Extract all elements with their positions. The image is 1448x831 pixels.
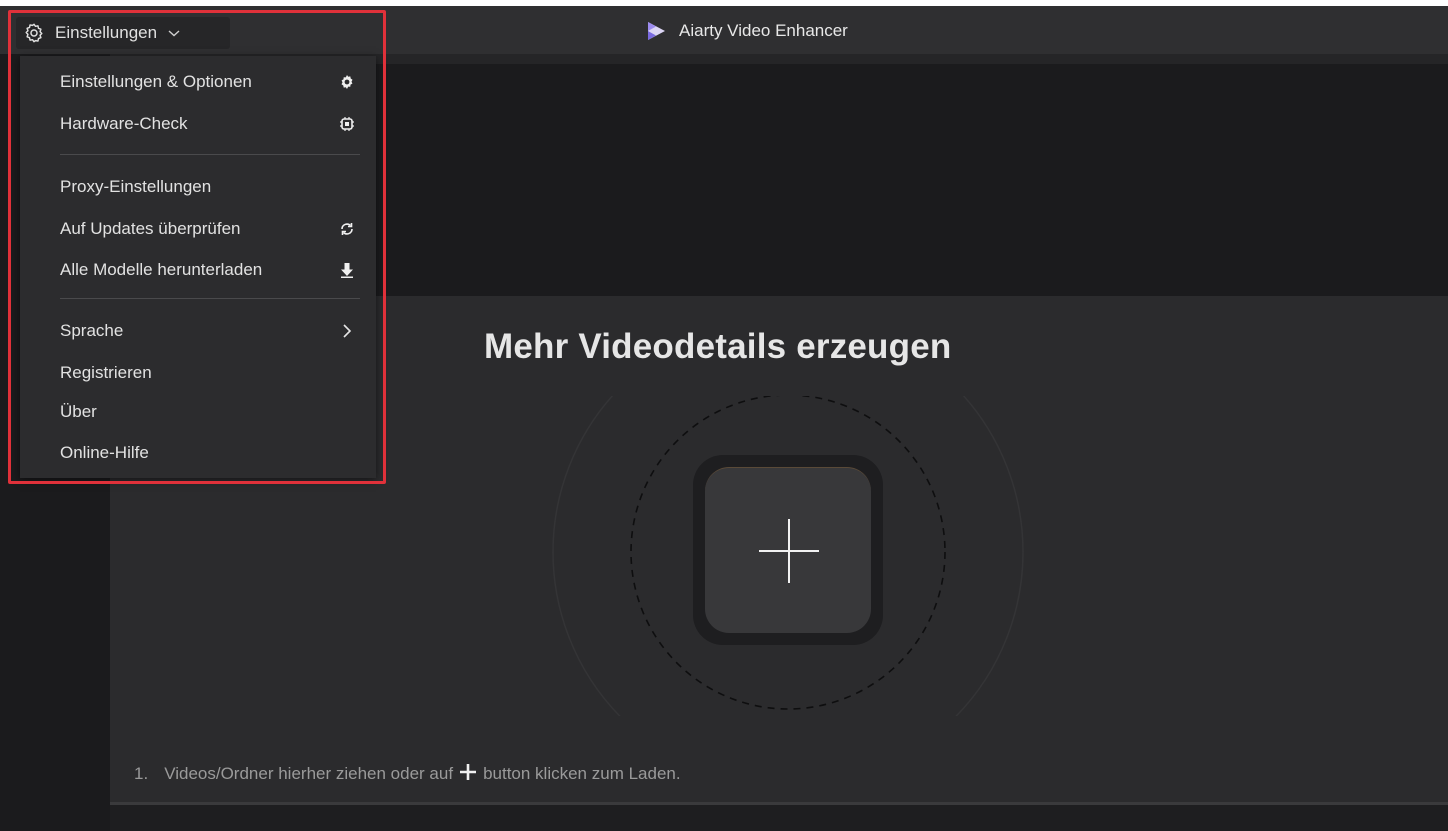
menu-item-label: Einstellungen & Optionen [60, 72, 252, 91]
menu-item-check-updates[interactable]: Auf Updates überprüfen [60, 214, 360, 244]
chevron-down-icon [167, 28, 181, 38]
app-logo-icon [648, 22, 665, 40]
menu-item-label: Sprache [60, 321, 124, 340]
hint-number: 1. [134, 764, 149, 783]
menu-item-label: Proxy-Einstellungen [60, 177, 212, 196]
hint-text-after: button klicken zum Laden. [483, 764, 681, 783]
plus-icon [759, 519, 819, 583]
page-title: Mehr Videodetails erzeugen [484, 327, 952, 366]
menu-divider [60, 154, 360, 155]
settings-dropdown-menu: Einstellungen & Optionen Hardware-Check … [20, 56, 376, 478]
hint-text: 1. Videos/Ordner hierher ziehen oder auf… [134, 760, 681, 788]
refresh-icon [338, 220, 356, 238]
app-title-text: Aiarty Video Enhancer [679, 21, 848, 40]
menu-item-label: Hardware-Check [60, 114, 188, 133]
gear-icon [23, 22, 45, 44]
menu-item-label: Auf Updates überprüfen [60, 219, 241, 238]
menu-item-language[interactable]: Sprache [60, 316, 360, 346]
menu-item-label: Online-Hilfe [60, 443, 149, 462]
add-video-button[interactable] [693, 455, 883, 645]
download-icon [338, 261, 356, 279]
menu-item-download-all-models[interactable]: Alle Modelle herunterladen [60, 255, 360, 285]
settings-menu-button[interactable]: Einstellungen [16, 17, 230, 49]
plus-icon [459, 763, 477, 786]
menu-item-online-help[interactable]: Online-Hilfe [60, 438, 360, 468]
chip-icon [338, 115, 356, 133]
menu-item-label: Registrieren [60, 363, 152, 382]
menu-item-label: Alle Modelle herunterladen [60, 260, 263, 279]
menu-item-label: Über [60, 402, 97, 421]
gear-icon [338, 73, 356, 91]
menu-item-settings-options[interactable]: Einstellungen & Optionen [60, 67, 360, 97]
settings-menu-label: Einstellungen [55, 23, 158, 42]
chevron-right-icon [338, 322, 356, 340]
hint-text-before: Videos/Ordner hierher ziehen oder auf [164, 764, 454, 783]
top-edge-strip [0, 0, 1448, 6]
title-bar: Einstellungen Aiarty Video Enhancer [0, 0, 1448, 54]
menu-item-about[interactable]: Über [60, 397, 360, 427]
menu-item-hardware-check[interactable]: Hardware-Check [60, 109, 360, 139]
menu-item-proxy-settings[interactable]: Proxy-Einstellungen [60, 172, 360, 202]
bottom-panel [110, 805, 1448, 831]
menu-divider [60, 298, 360, 299]
app-title: Aiarty Video Enhancer [645, 18, 848, 44]
menu-item-register[interactable]: Registrieren [60, 358, 360, 388]
